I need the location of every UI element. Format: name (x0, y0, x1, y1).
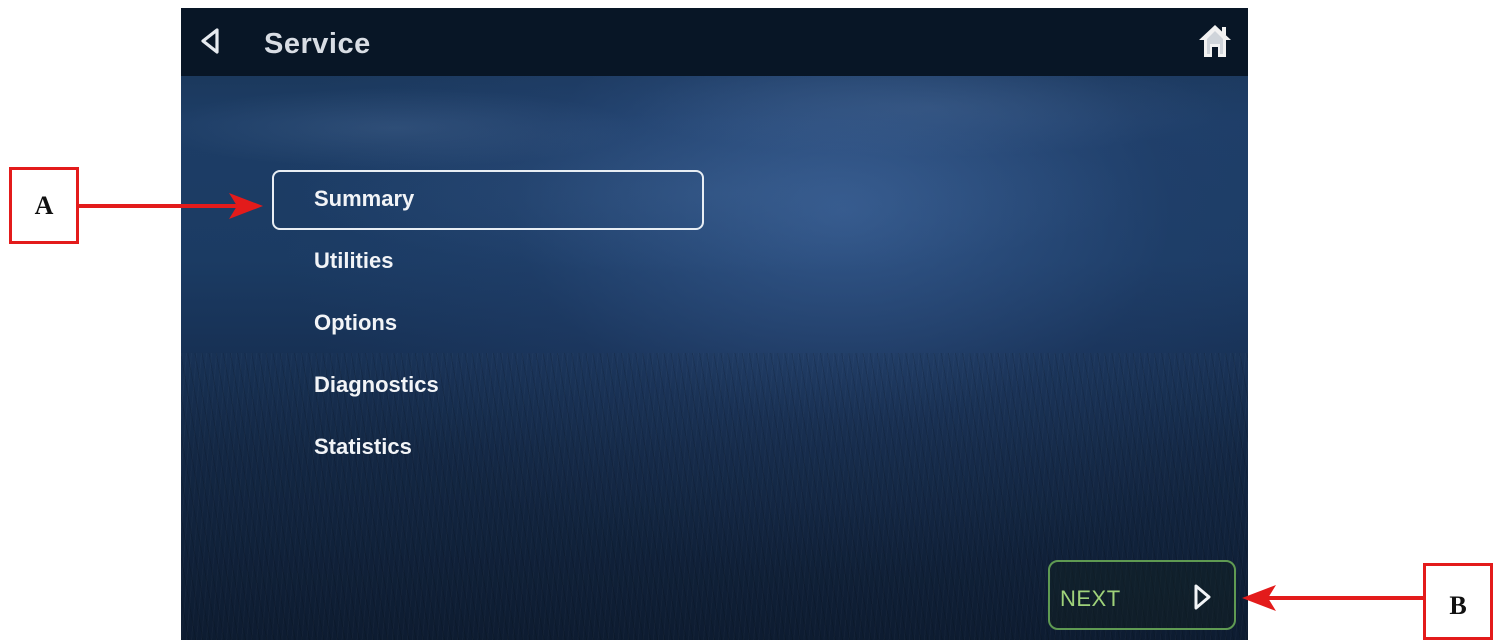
menu-item-label: Summary (314, 186, 415, 211)
back-button[interactable] (197, 26, 225, 56)
menu-item-label: Diagnostics (314, 372, 439, 397)
menu-item-diagnostics[interactable]: Diagnostics (272, 356, 704, 416)
menu-item-statistics[interactable]: Statistics (272, 418, 704, 478)
callout-b-arrow (1242, 585, 1424, 611)
home-icon (1199, 25, 1231, 57)
callout-a-label: A (9, 167, 79, 244)
service-menu: Summary Utilities Options Diagnostics St… (272, 170, 704, 480)
back-triangle-icon (201, 28, 219, 54)
menu-item-label: Statistics (314, 434, 412, 459)
menu-item-label: Options (314, 310, 398, 335)
home-button[interactable] (1198, 23, 1232, 59)
next-button-label: NEXT (1060, 586, 1121, 611)
menu-item-utilities[interactable]: Utilities (272, 232, 704, 292)
menu-item-label: Utilities (314, 248, 394, 273)
menu-item-options[interactable]: Options (272, 294, 704, 354)
device-screen: Service Summary Utilities Options Diagno… (181, 8, 1248, 640)
top-bar: Service (181, 8, 1248, 76)
callout-b-label: B (1423, 563, 1493, 640)
callout-a-arrow (79, 193, 263, 219)
page-title: Service (264, 28, 371, 60)
next-button[interactable]: NEXT (1048, 560, 1236, 630)
next-triangle-icon (1194, 584, 1211, 610)
menu-item-summary[interactable]: Summary (272, 170, 704, 230)
